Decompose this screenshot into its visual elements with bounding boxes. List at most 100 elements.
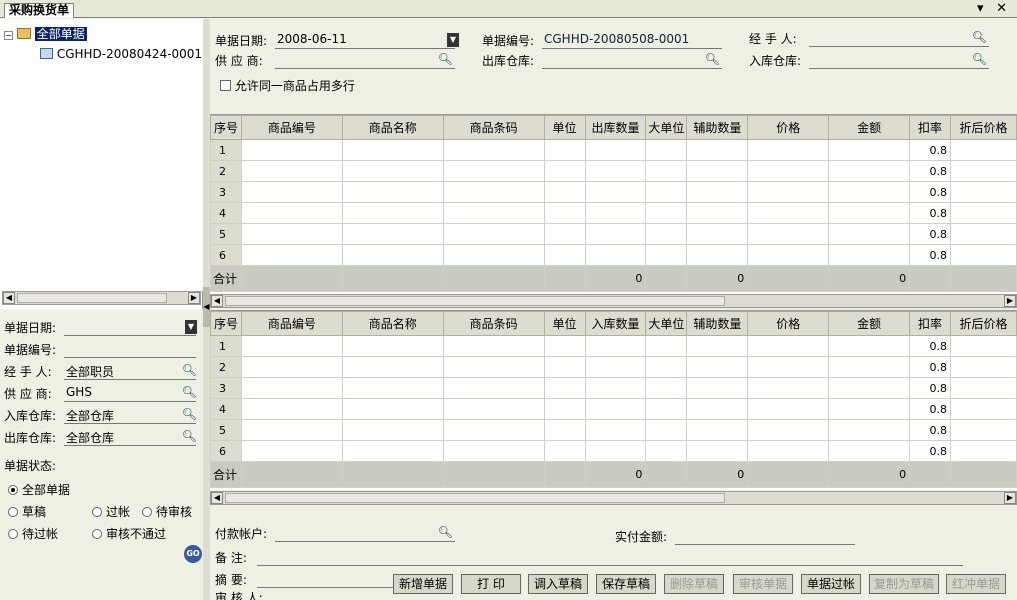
table-cell[interactable] xyxy=(645,223,688,245)
window-controls[interactable]: ▾ ✕ xyxy=(977,1,1011,16)
table-cell[interactable] xyxy=(828,335,911,357)
table-cell[interactable] xyxy=(747,398,830,420)
table-row[interactable]: 3 0.8 xyxy=(210,377,1017,399)
column-header[interactable]: 序号 xyxy=(210,115,242,140)
filter-input[interactable] xyxy=(64,319,196,336)
search-icon[interactable]: 🔍︎ xyxy=(705,52,720,66)
table-row[interactable]: 6 0.8 xyxy=(210,244,1017,266)
table-cell[interactable] xyxy=(686,202,749,224)
table-cell[interactable] xyxy=(341,181,444,203)
column-header[interactable]: 扣率 xyxy=(909,311,952,336)
toolbar-button[interactable]: 红冲单据 xyxy=(946,574,1006,594)
scroll-right-icon[interactable]: ▶ xyxy=(1004,492,1016,504)
status-option[interactable]: 待审核 xyxy=(142,503,192,521)
scroll-left-icon[interactable]: ◀ xyxy=(211,492,223,504)
dropdown-icon[interactable]: ▼ xyxy=(185,320,197,334)
table-cell[interactable] xyxy=(442,160,545,182)
radio-icon[interactable] xyxy=(142,507,152,517)
column-header[interactable]: 商品条码 xyxy=(442,311,545,336)
collapse-arrow-icon[interactable]: ◀ xyxy=(203,287,210,327)
table-row[interactable]: 3 0.8 xyxy=(210,181,1017,203)
toolbar-button[interactable]: 单据过帐 xyxy=(801,574,861,594)
table-row[interactable]: 2 0.8 xyxy=(210,160,1017,182)
scroll-thumb[interactable] xyxy=(225,296,725,306)
table-cell[interactable] xyxy=(240,202,343,224)
table-cell[interactable] xyxy=(828,419,911,441)
table-row[interactable]: 1 0.8 xyxy=(210,335,1017,357)
table-cell[interactable] xyxy=(442,398,545,420)
search-icon[interactable]: 🔍︎ xyxy=(182,385,197,399)
table-cell[interactable] xyxy=(828,181,911,203)
search-icon[interactable]: 🔍︎ xyxy=(182,363,197,377)
scroll-thumb[interactable] xyxy=(225,493,725,503)
table-cell[interactable] xyxy=(747,202,830,224)
table-cell[interactable] xyxy=(341,223,444,245)
discount-cell[interactable]: 0.8 xyxy=(909,335,952,357)
discount-cell[interactable]: 0.8 xyxy=(909,139,952,161)
table-cell[interactable] xyxy=(950,202,1017,224)
table-cell[interactable] xyxy=(747,335,830,357)
column-header[interactable]: 商品编号 xyxy=(240,115,343,140)
scroll-right-icon[interactable]: ▶ xyxy=(188,292,200,304)
toolbar-button[interactable]: 新增单据 xyxy=(393,574,453,594)
toolbar-button[interactable]: 审核单据 xyxy=(733,574,793,594)
table-cell[interactable] xyxy=(240,181,343,203)
in-grid-hscrollbar[interactable]: ◀ ▶ xyxy=(210,491,1017,505)
table-cell[interactable] xyxy=(442,223,545,245)
radio-icon[interactable] xyxy=(8,507,18,517)
paid-amount-input[interactable] xyxy=(675,528,855,545)
search-icon[interactable]: 🔍︎ xyxy=(182,407,197,421)
table-cell[interactable] xyxy=(341,160,444,182)
table-cell[interactable] xyxy=(828,377,911,399)
table-cell[interactable] xyxy=(950,139,1017,161)
table-cell[interactable] xyxy=(584,440,647,462)
search-icon[interactable]: 🔍︎ xyxy=(182,429,197,443)
table-cell[interactable] xyxy=(686,181,749,203)
go-button[interactable]: GO xyxy=(184,545,202,563)
table-cell[interactable] xyxy=(442,377,545,399)
table-cell[interactable] xyxy=(686,398,749,420)
discount-cell[interactable]: 0.8 xyxy=(909,377,952,399)
filter-input[interactable]: 全部职员 xyxy=(64,363,196,380)
out-warehouse-input[interactable] xyxy=(542,52,722,69)
discount-cell[interactable]: 0.8 xyxy=(909,398,952,420)
toolbar-button[interactable]: 打 印 xyxy=(461,574,521,594)
table-cell[interactable] xyxy=(950,223,1017,245)
table-cell[interactable] xyxy=(686,223,749,245)
table-cell[interactable] xyxy=(543,356,586,378)
discount-cell[interactable]: 0.8 xyxy=(909,244,952,266)
table-cell[interactable] xyxy=(543,223,586,245)
column-header[interactable]: 单位 xyxy=(543,311,586,336)
table-cell[interactable] xyxy=(747,440,830,462)
table-cell[interactable] xyxy=(950,398,1017,420)
table-cell[interactable] xyxy=(828,244,911,266)
table-cell[interactable] xyxy=(950,244,1017,266)
table-cell[interactable] xyxy=(240,398,343,420)
table-cell[interactable] xyxy=(645,244,688,266)
table-cell[interactable] xyxy=(442,202,545,224)
dropdown-icon[interactable]: ▼ xyxy=(447,33,459,47)
table-cell[interactable] xyxy=(645,335,688,357)
table-cell[interactable] xyxy=(341,440,444,462)
handler-input[interactable] xyxy=(809,30,989,47)
filter-input[interactable]: 全部仓库 xyxy=(64,407,196,424)
column-header[interactable]: 价格 xyxy=(747,115,830,140)
table-cell[interactable] xyxy=(645,440,688,462)
column-header[interactable]: 商品编号 xyxy=(240,311,343,336)
table-row[interactable]: 2 0.8 xyxy=(210,356,1017,378)
table-cell[interactable] xyxy=(747,244,830,266)
status-option[interactable]: 过帐 xyxy=(92,503,130,521)
column-header[interactable]: 辅助数量 xyxy=(686,311,749,336)
radio-icon[interactable] xyxy=(92,529,102,539)
toolbar-button[interactable]: 删除草稿 xyxy=(664,574,724,594)
table-cell[interactable] xyxy=(240,419,343,441)
discount-cell[interactable]: 0.8 xyxy=(909,419,952,441)
table-cell[interactable] xyxy=(950,377,1017,399)
table-cell[interactable] xyxy=(950,335,1017,357)
table-cell[interactable] xyxy=(828,139,911,161)
collapse-icon[interactable]: − xyxy=(4,31,13,40)
doc-no-input[interactable]: CGHHD-20080508-0001 xyxy=(542,32,722,49)
filter-input[interactable]: GHS xyxy=(64,385,196,402)
column-header[interactable]: 金额 xyxy=(828,115,911,140)
scroll-left-icon[interactable]: ◀ xyxy=(3,292,15,304)
